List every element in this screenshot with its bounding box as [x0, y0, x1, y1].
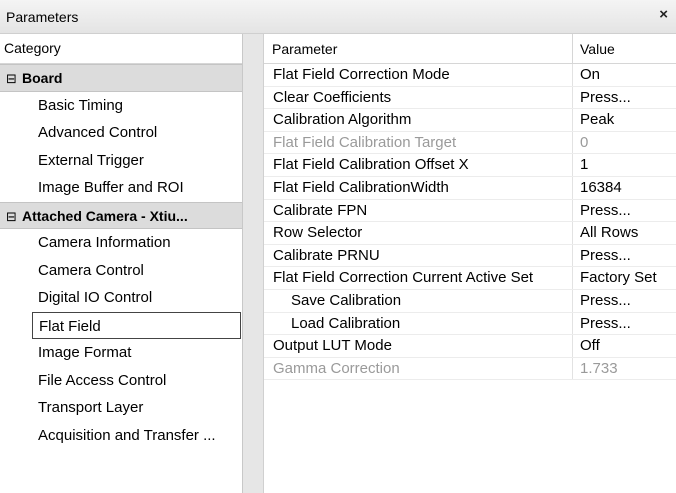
category-item-transport-layer[interactable]: Transport Layer — [0, 394, 242, 422]
close-icon[interactable]: × — [659, 6, 668, 23]
parameter-row[interactable]: Load Calibration Press... — [264, 312, 676, 336]
collapse-icon[interactable]: ⊟ — [6, 203, 22, 229]
category-item-camera-information[interactable]: Camera Information — [0, 229, 242, 257]
parameter-value[interactable]: Press... — [580, 292, 631, 309]
parameter-value: 0 — [580, 133, 589, 151]
parameter-value[interactable]: On — [580, 66, 600, 83]
category-item-camera-control[interactable]: Camera Control — [0, 257, 242, 285]
parameter-row[interactable]: Output LUT Mode Off — [264, 335, 676, 358]
parameter-row[interactable]: Save Calibration Press... — [264, 289, 676, 313]
parameter-row[interactable]: Calibration Algorithm Peak — [264, 109, 676, 132]
parameter-value[interactable]: Factory Set — [580, 269, 657, 286]
parameter-row[interactable]: Clear Coefficients Press... — [264, 86, 676, 110]
panel-splitter[interactable] — [243, 34, 264, 493]
category-item-advanced-control[interactable]: Advanced Control — [0, 119, 242, 147]
column-header-parameter[interactable]: Parameter — [272, 41, 337, 57]
parameter-name: Output LUT Mode — [273, 337, 392, 355]
category-group-label: Board — [22, 70, 63, 86]
parameter-value[interactable]: Peak — [580, 111, 614, 128]
grid-header: Parameter Value — [264, 34, 676, 64]
parameter-row-disabled: Flat Field Calibration Target 0 — [264, 131, 676, 155]
parameter-value[interactable]: 16384 — [580, 179, 622, 196]
column-divider[interactable] — [572, 34, 573, 64]
parameter-name: Flat Field Correction Current Active Set — [273, 269, 534, 287]
category-item-external-trigger[interactable]: External Trigger — [0, 147, 242, 175]
parameter-value[interactable]: Press... — [580, 315, 631, 332]
parameter-value[interactable]: 1 — [580, 156, 588, 173]
category-item-digital-io-control[interactable]: Digital IO Control — [0, 284, 242, 312]
parameter-row[interactable]: Flat Field Correction Mode On — [264, 64, 676, 87]
parameter-value[interactable]: Press... — [580, 89, 631, 106]
parameter-row[interactable]: Flat Field Correction Current Active Set… — [264, 267, 676, 290]
parameter-name: Load Calibration — [291, 314, 401, 332]
category-item-file-access-control[interactable]: File Access Control — [0, 367, 242, 395]
category-item-acquisition-transfer[interactable]: Acquisition and Transfer ... — [0, 422, 242, 450]
parameter-grid: Parameter Value Flat Field Correction Mo… — [264, 34, 676, 493]
parameter-name: Calibration Algorithm — [273, 111, 412, 129]
parameter-name: Flat Field Calibration Offset X — [273, 156, 469, 174]
parameter-value[interactable]: All Rows — [580, 224, 638, 241]
category-header: Category — [0, 34, 242, 64]
parameter-name: Calibrate PRNU — [273, 246, 380, 264]
category-panel: Category ⊟ Board Basic Timing Advanced Co… — [0, 34, 243, 493]
parameter-name: Flat Field Correction Mode — [273, 66, 450, 83]
parameter-name: Flat Field Calibration Target — [273, 133, 457, 151]
parameter-name: Gamma Correction — [273, 359, 400, 377]
parameter-row[interactable]: Calibrate FPN Press... — [264, 199, 676, 223]
collapse-icon[interactable]: ⊟ — [6, 65, 22, 91]
parameter-name: Calibrate FPN — [273, 201, 368, 219]
window-title: Parameters — [6, 9, 79, 25]
parameter-name: Flat Field CalibrationWidth — [273, 178, 449, 196]
category-group-board[interactable]: ⊟ Board — [0, 64, 242, 92]
category-item-basic-timing[interactable]: Basic Timing — [0, 92, 242, 120]
category-item-flat-field[interactable]: Flat Field — [32, 311, 241, 339]
category-group-attached-camera[interactable]: ⊟ Attached Camera - Xtiu... — [0, 201, 242, 229]
parameter-row[interactable]: Flat Field Calibration Offset X 1 — [264, 154, 676, 177]
column-header-value[interactable]: Value — [580, 41, 615, 57]
title-bar: Parameters × — [0, 0, 676, 34]
parameter-name: Row Selector — [273, 224, 363, 242]
parameter-row-disabled: Gamma Correction 1.733 — [264, 357, 676, 381]
parameter-name: Clear Coefficients — [273, 88, 392, 106]
parameter-row[interactable]: Calibrate PRNU Press... — [264, 244, 676, 268]
parameter-value[interactable]: Press... — [580, 202, 631, 219]
category-item-image-format[interactable]: Image Format — [0, 339, 242, 367]
parameter-name: Save Calibration — [291, 291, 402, 309]
parameter-value: 1.733 — [580, 359, 618, 377]
parameter-row[interactable]: Flat Field CalibrationWidth 16384 — [264, 176, 676, 200]
parameters-window: Parameters × Category ⊟ Board Basic Timin… — [0, 0, 676, 493]
category-item-image-buffer-roi[interactable]: Image Buffer and ROI — [0, 174, 242, 202]
category-group-label: Attached Camera - Xtiu... — [22, 207, 188, 224]
parameter-row[interactable]: Row Selector All Rows — [264, 222, 676, 245]
parameter-value[interactable]: Off — [580, 337, 600, 354]
parameter-value[interactable]: Press... — [580, 247, 631, 264]
